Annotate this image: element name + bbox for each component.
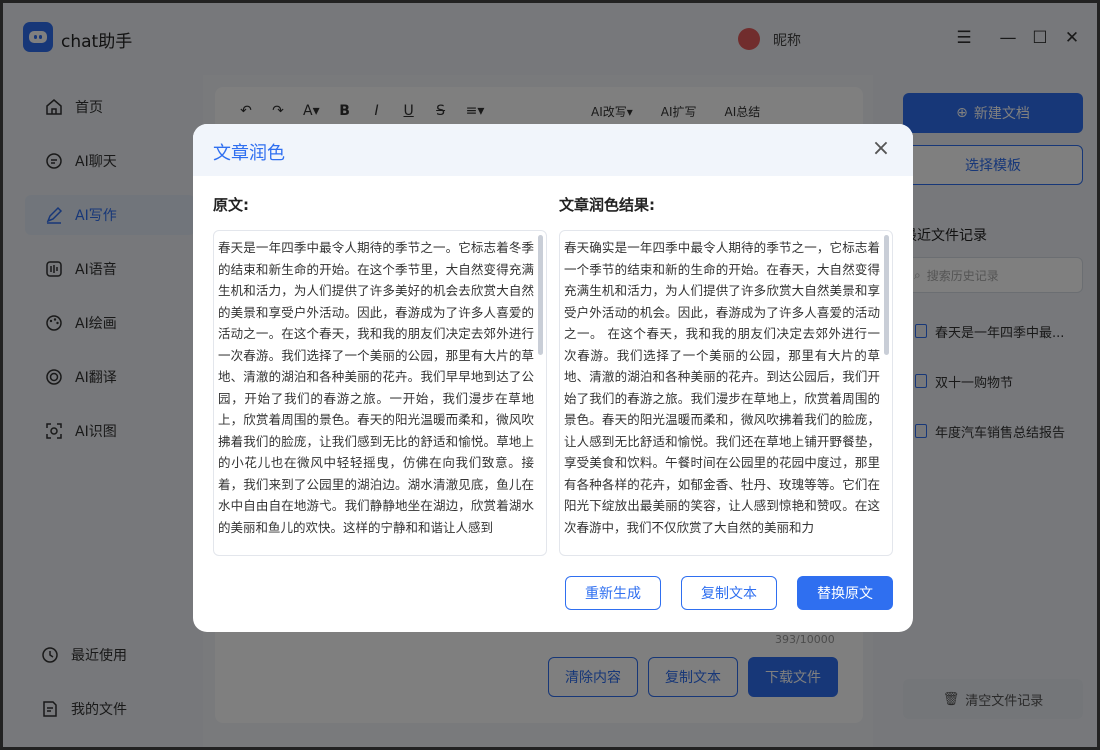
- app-window: chat助手 昵称 ☰ — ☐ ✕ 首页 AI聊天 AI写作 AI语音 AI绘画: [0, 0, 1100, 750]
- close-icon[interactable]: ×: [871, 138, 891, 160]
- dialog-header: 文章润色 ×: [193, 124, 913, 176]
- replace-original-button[interactable]: 替换原文: [797, 576, 893, 610]
- original-label: 原文:: [213, 196, 249, 214]
- scrollbar[interactable]: [884, 235, 889, 355]
- dialog-title: 文章润色: [213, 143, 285, 164]
- result-textarea[interactable]: 春天确实是一年四季中最令人期待的季节之一，它标志着一个季节的结束和新的生命的开始…: [559, 230, 893, 556]
- original-textarea[interactable]: 春天是一年四季中最令人期待的季节之一。它标志着冬季的结束和新生命的开始。在这个季…: [213, 230, 547, 556]
- original-text: 春天是一年四季中最令人期待的季节之一。它标志着冬季的结束和新生命的开始。在这个季…: [218, 240, 534, 535]
- result-text: 春天确实是一年四季中最令人期待的季节之一，它标志着一个季节的结束和新的生命的开始…: [564, 240, 880, 535]
- regenerate-button[interactable]: 重新生成: [565, 576, 661, 610]
- result-label: 文章润色结果:: [559, 196, 655, 214]
- copy-result-button[interactable]: 复制文本: [681, 576, 777, 610]
- polish-dialog: 文章润色 × 原文: 文章润色结果: 春天是一年四季中最令人期待的季节之一。它标…: [193, 124, 913, 632]
- scrollbar[interactable]: [538, 235, 543, 355]
